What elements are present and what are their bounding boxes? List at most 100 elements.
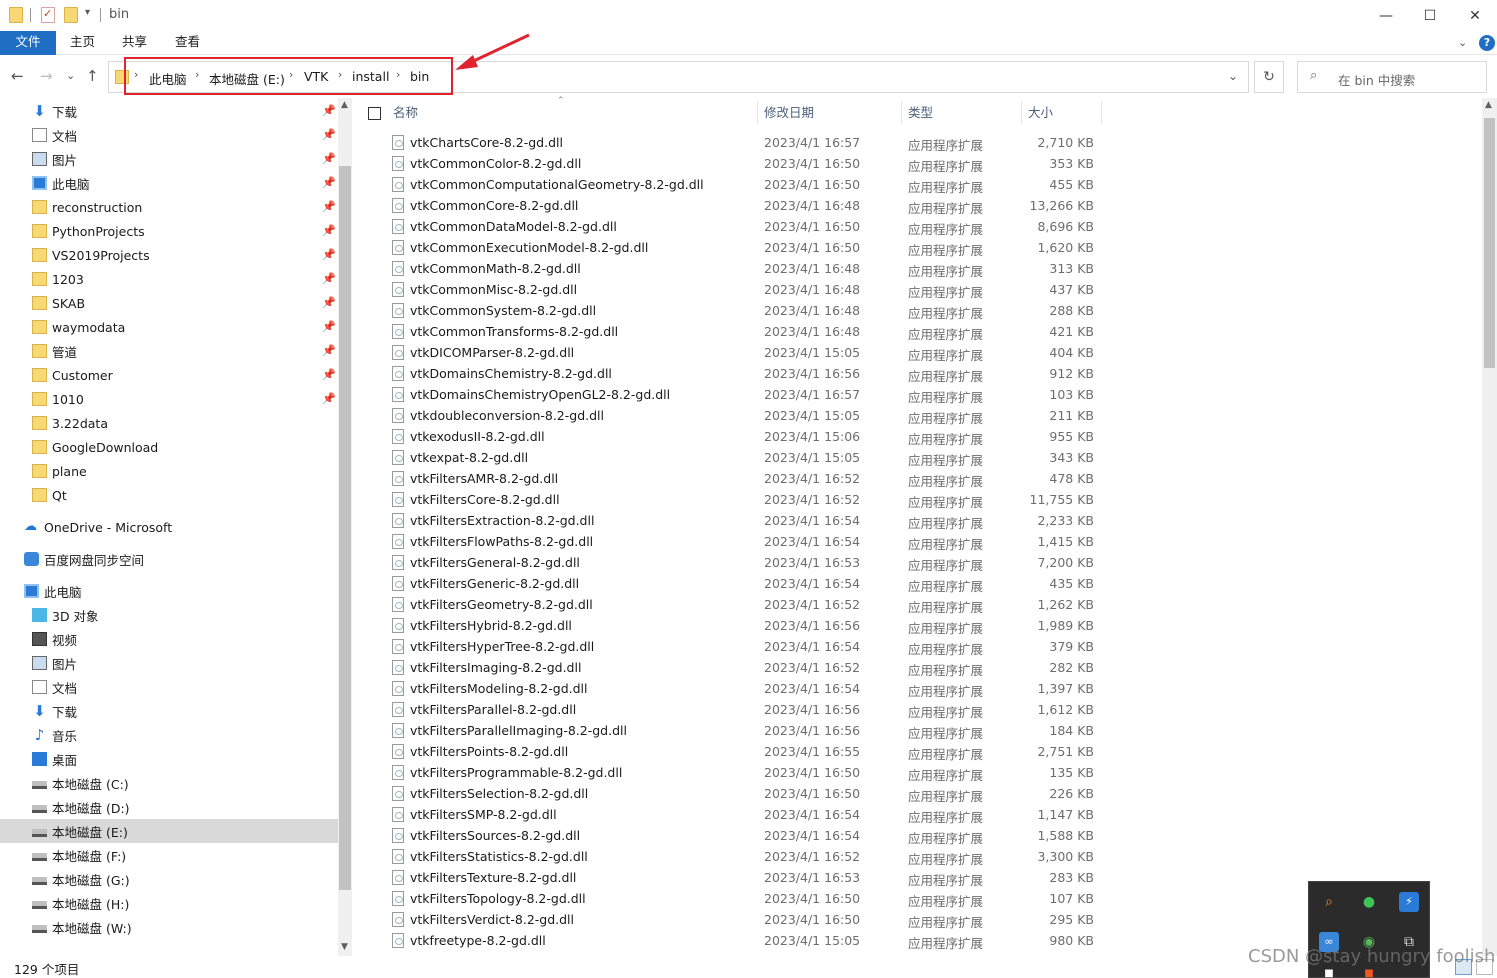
table-row[interactable]: vtkFiltersSelection-8.2-gd.dll 2023/4/1 1… <box>352 783 1482 804</box>
search-app-icon[interactable]: ⌕ <box>1319 892 1339 912</box>
sidebar-item-pipeline[interactable]: 管道 <box>32 339 77 363</box>
table-row[interactable]: vtkdoubleconversion-8.2-gd.dll 2023/4/1 1… <box>352 405 1482 426</box>
sidebar-item-322data[interactable]: 3.22data <box>32 411 108 435</box>
sidebar-scrollbar-thumb[interactable] <box>339 166 351 890</box>
sidebar-item-1010[interactable]: 1010 <box>32 387 84 411</box>
sidebar-item-drive-w[interactable]: 本地磁盘 (W:) <box>32 915 132 939</box>
table-row[interactable]: vtkDomainsChemistryOpenGL2-8.2-gd.dll 202… <box>352 384 1482 405</box>
pin-icon[interactable]: 📌 <box>322 224 336 237</box>
wechat-icon[interactable]: ● <box>1359 892 1379 912</box>
tab-file[interactable]: 文件 <box>0 31 56 55</box>
table-row[interactable]: vtkCommonCore-8.2-gd.dll 2023/4/1 16:48 应用… <box>352 195 1482 216</box>
forward-button[interactable]: → <box>40 67 53 85</box>
sidebar-item-waymodata[interactable]: waymodata <box>32 315 125 339</box>
sidebar-item-1203[interactable]: 1203 <box>32 267 84 291</box>
scroll-up-icon[interactable]: ▲ <box>1485 100 1492 110</box>
pin-icon[interactable]: 📌 <box>322 320 336 333</box>
sidebar-item-drive-h[interactable]: 本地磁盘 (H:) <box>32 891 129 915</box>
table-row[interactable]: vtkFiltersModeling-8.2-gd.dll 2023/4/1 16… <box>352 678 1482 699</box>
sidebar-item-documents[interactable]: 文档 <box>32 123 77 147</box>
table-row[interactable]: vtkFiltersStatistics-8.2-gd.dll 2023/4/1 … <box>352 846 1482 867</box>
table-row[interactable]: vtkFiltersGeometry-8.2-gd.dll 2023/4/1 16… <box>352 594 1482 615</box>
table-row[interactable]: vtkFiltersSources-8.2-gd.dll 2023/4/1 16:… <box>352 825 1482 846</box>
expand-ribbon-icon[interactable]: ⌄ <box>1458 36 1467 49</box>
table-row[interactable]: vtkCommonDataModel-8.2-gd.dll 2023/4/1 16… <box>352 216 1482 237</box>
recent-locations-button[interactable]: ⌄ <box>66 69 75 82</box>
sidebar-item-customer[interactable]: Customer <box>32 363 113 387</box>
thunder-icon[interactable]: ⚡ <box>1399 892 1419 912</box>
sidebar-item-skab[interactable]: SKAB <box>32 291 85 315</box>
pin-icon[interactable]: 📌 <box>322 296 336 309</box>
scroll-up-icon[interactable]: ▲ <box>341 100 348 110</box>
close-button[interactable]: ✕ <box>1452 0 1497 31</box>
column-divider[interactable] <box>1021 102 1022 124</box>
table-row[interactable]: vtkCommonExecutionModel-8.2-gd.dll 2023/4… <box>352 237 1482 258</box>
sidebar-item-drive-c[interactable]: 本地磁盘 (C:) <box>32 771 129 795</box>
column-header-name[interactable]: 名称 <box>393 98 418 128</box>
sidebar-item-pictures-pc[interactable]: 图片 <box>32 651 77 675</box>
refresh-button[interactable]: ↻ <box>1254 61 1284 93</box>
select-all-checkbox[interactable] <box>368 107 381 120</box>
sidebar-item-googledownload[interactable]: GoogleDownload <box>32 435 158 459</box>
column-header-type[interactable]: 类型 <box>908 98 933 128</box>
maximize-button[interactable]: ☐ <box>1407 0 1453 31</box>
pin-icon[interactable]: 📌 <box>322 344 336 357</box>
table-row[interactable]: vtkFiltersImaging-8.2-gd.dll 2023/4/1 16:… <box>352 657 1482 678</box>
pin-icon[interactable]: 📌 <box>322 200 336 213</box>
table-row[interactable]: vtkCommonSystem-8.2-gd.dll 2023/4/1 16:48… <box>352 300 1482 321</box>
table-row[interactable]: vtkFiltersHyperTree-8.2-gd.dll 2023/4/1 1… <box>352 636 1482 657</box>
properties-icon[interactable] <box>41 7 55 23</box>
file-list-scrollbar-thumb[interactable] <box>1484 118 1495 368</box>
column-divider[interactable] <box>1101 102 1102 124</box>
table-row[interactable]: vtkFiltersGeneric-8.2-gd.dll 2023/4/1 16:… <box>352 573 1482 594</box>
table-row[interactable]: vtkFiltersGeneral-8.2-gd.dll 2023/4/1 16:… <box>352 552 1482 573</box>
sidebar-item-documents-pc[interactable]: 文档 <box>32 675 77 699</box>
sidebar-item-drive-d[interactable]: 本地磁盘 (D:) <box>32 795 130 819</box>
column-divider[interactable] <box>757 102 758 124</box>
pin-icon[interactable]: 📌 <box>322 176 336 189</box>
tab-share[interactable]: 共享 <box>122 31 147 55</box>
sidebar-item-reconstruction[interactable]: reconstruction <box>32 195 142 219</box>
sidebar-item-pictures[interactable]: 图片 <box>32 147 77 171</box>
sidebar-item-qt[interactable]: Qt <box>32 483 67 507</box>
table-row[interactable]: vtkFiltersSMP-8.2-gd.dll 2023/4/1 16:54 应用… <box>352 804 1482 825</box>
table-row[interactable]: vtkDICOMParser-8.2-gd.dll 2023/4/1 15:05 应… <box>352 342 1482 363</box>
sidebar-item-3d-objects[interactable]: 3D 对象 <box>32 603 99 627</box>
pin-icon[interactable]: 📌 <box>322 248 336 261</box>
table-row[interactable]: vtkCommonComputationalGeometry-8.2-gd.dl… <box>352 174 1482 195</box>
sidebar-item-videos[interactable]: 视频 <box>32 627 77 651</box>
tab-view[interactable]: 查看 <box>175 31 200 55</box>
sidebar-item-this-pc-root[interactable]: 此电脑 <box>24 579 82 603</box>
customize-quick-access-icon[interactable]: ▾ <box>85 7 90 18</box>
sidebar-item-baidu-sync[interactable]: 百度网盘同步空间 <box>24 547 144 571</box>
minimize-button[interactable]: — <box>1363 0 1409 31</box>
table-row[interactable]: vtkCommonMath-8.2-gd.dll 2023/4/1 16:48 应用… <box>352 258 1482 279</box>
column-divider[interactable] <box>901 102 902 124</box>
pin-icon[interactable]: 📌 <box>322 392 336 405</box>
new-folder-icon[interactable] <box>64 7 78 23</box>
table-row[interactable]: vtkFiltersParallel-8.2-gd.dll 2023/4/1 16… <box>352 699 1482 720</box>
sidebar-item-drive-e[interactable]: 本地磁盘 (E:) <box>0 819 338 843</box>
table-row[interactable]: vtkexpat-8.2-gd.dll 2023/4/1 15:05 应用程序扩展 3… <box>352 447 1482 468</box>
pin-icon[interactable]: 📌 <box>322 152 336 165</box>
table-row[interactable]: vtkFiltersParallelImaging-8.2-gd.dll 2023… <box>352 720 1482 741</box>
sidebar-item-downloads-pc[interactable]: ⬇ 下载 <box>32 699 77 723</box>
sidebar-item-downloads[interactable]: ⬇ 下载 <box>32 99 77 123</box>
search-input[interactable]: ⌕ 在 bin 中搜索 <box>1297 61 1487 93</box>
sidebar-item-drive-g[interactable]: 本地磁盘 (G:) <box>32 867 130 891</box>
table-row[interactable]: vtkCommonMisc-8.2-gd.dll 2023/4/1 16:48 应用… <box>352 279 1482 300</box>
sidebar-item-vs2019projects[interactable]: VS2019Projects <box>32 243 150 267</box>
pin-icon[interactable]: 📌 <box>322 272 336 285</box>
table-row[interactable]: vtkChartsCore-8.2-gd.dll 2023/4/1 16:57 应用… <box>352 132 1482 153</box>
table-row[interactable]: vtkFiltersExtraction-8.2-gd.dll 2023/4/1 … <box>352 510 1482 531</box>
sidebar-item-pythonprojects[interactable]: PythonProjects <box>32 219 145 243</box>
sidebar-item-onedrive[interactable]: ☁ OneDrive - Microsoft <box>24 515 172 539</box>
table-row[interactable]: vtkCommonTransforms-8.2-gd.dll 2023/4/1 1… <box>352 321 1482 342</box>
column-header-size[interactable]: 大小 <box>1028 98 1053 128</box>
table-row[interactable]: vtkFiltersProgrammable-8.2-gd.dll 2023/4/… <box>352 762 1482 783</box>
sidebar-item-drive-f[interactable]: 本地磁盘 (F:) <box>32 843 126 867</box>
pin-icon[interactable]: 📌 <box>322 128 336 141</box>
sidebar-item-this-pc[interactable]: 此电脑 <box>32 171 90 195</box>
column-header-date[interactable]: 修改日期 <box>764 98 814 128</box>
table-row[interactable]: vtkFiltersAMR-8.2-gd.dll 2023/4/1 16:52 应用… <box>352 468 1482 489</box>
